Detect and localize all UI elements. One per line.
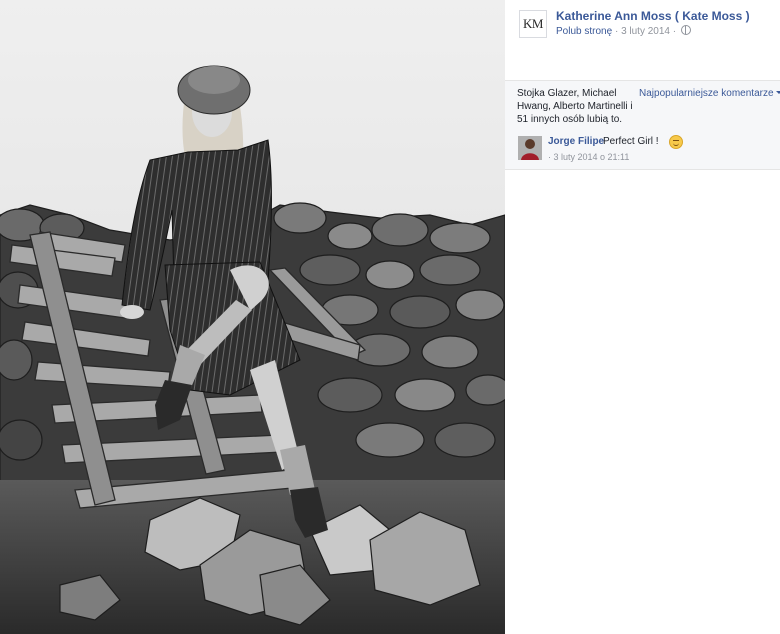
caret-down-icon (775, 91, 780, 94)
reactions-box: Stojka Glazer, Michael Hwang, Alberto Ma… (505, 81, 780, 170)
smiling-face-icon (669, 135, 683, 149)
meta-separator-2: · (672, 26, 677, 37)
page-avatar[interactable]: KM (519, 10, 547, 38)
likes-summary[interactable]: Stojka Glazer, Michael Hwang, Alberto Ma… (517, 87, 635, 126)
comment-text: Perfect Girl ! (603, 136, 659, 147)
globe-icon[interactable] (680, 25, 691, 35)
post-photo[interactable] (0, 0, 505, 634)
page-avatar-text: KM (523, 16, 543, 31)
post-header: KM Katherine Ann Moss ( Kate Moss ) Polu… (505, 0, 780, 80)
comment-sort-dropdown[interactable]: Najpopularniejsze komentarze (639, 88, 780, 99)
meta-separator: · (614, 26, 619, 37)
comment-sort-label: Najpopularniejsze komentarze (639, 88, 774, 99)
avatar[interactable] (518, 136, 542, 160)
post-side-panel: KM Katherine Ann Moss ( Kate Moss ) Polu… (505, 0, 780, 634)
comment-author[interactable]: Jorge Filipe (548, 136, 604, 147)
like-page-link[interactable]: Polub stronę (556, 26, 612, 37)
photo-image (0, 0, 505, 634)
comment-item: Jorge Filipe Perfect Girl ! · 3 luty 201… (517, 134, 772, 166)
post-meta: Polub stronę · 3 luty 2014 · (556, 25, 691, 37)
page-name-link[interactable]: Katherine Ann Moss ( Kate Moss ) (556, 9, 750, 23)
avatar-image (518, 136, 542, 160)
post-date[interactable]: 3 luty 2014 (621, 26, 670, 37)
comment-timestamp[interactable]: · 3 luty 2014 o 21:11 (548, 152, 629, 162)
